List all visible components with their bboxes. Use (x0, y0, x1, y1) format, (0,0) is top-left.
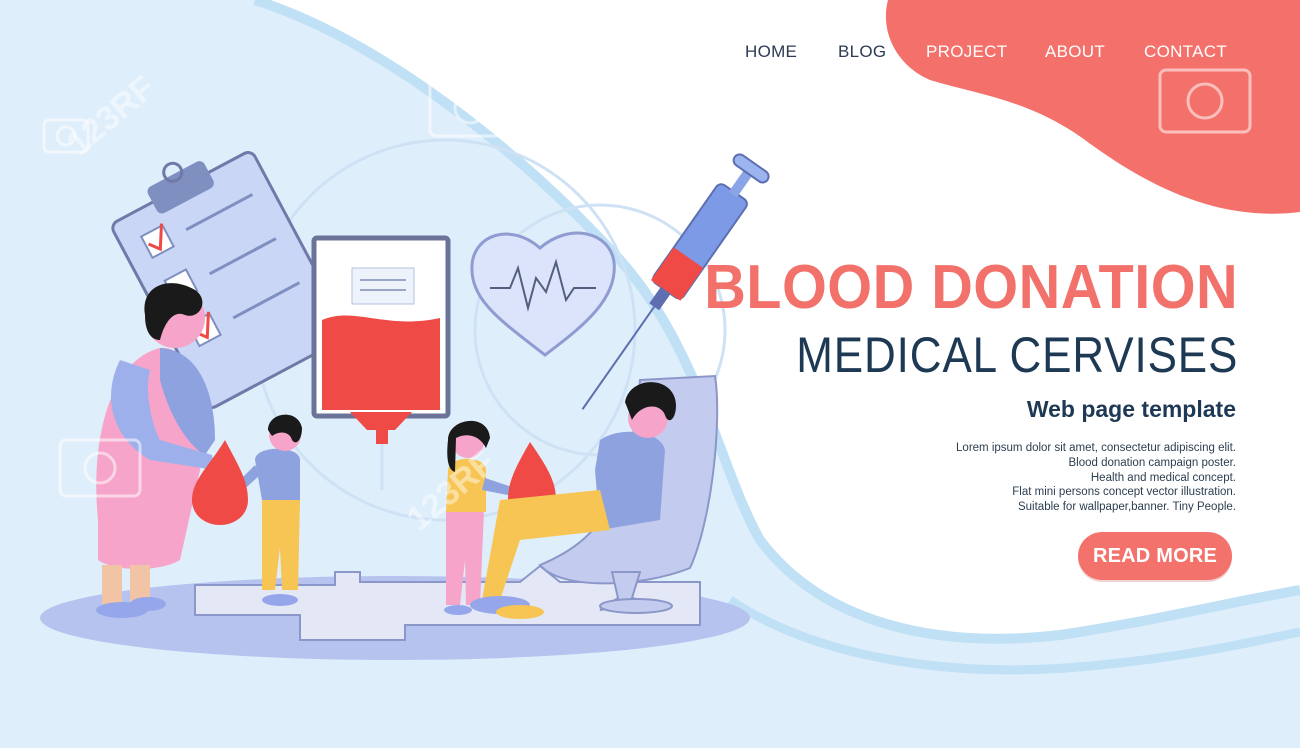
hero-description-line: Lorem ipsum dolor sit amet, consectetur … (956, 442, 1236, 454)
hero-description-line: Flat mini persons concept vector illustr… (1012, 486, 1236, 499)
nav-blog-link[interactable]: BLOG (838, 42, 886, 62)
top-nav: HOME BLOG PROJECT ABOUT CONTACT (0, 42, 1300, 66)
hero-description-line: Health and medical concept. (1090, 471, 1236, 484)
nav-project-link[interactable]: PROJECT (926, 42, 1007, 62)
hero-description-line: Suitable for wallpaper,banner. Tiny Peop… (1017, 501, 1236, 514)
svg-text:123RF: 123RF (60, 69, 163, 164)
nav-about-link[interactable]: ABOUT (1045, 42, 1105, 62)
blood-bag-icon (311, 235, 451, 490)
woman-donor-figure (96, 283, 215, 618)
svg-text:123RF: 123RF (780, 79, 883, 174)
hero-description-line: Blood donation campaign poster. (1068, 456, 1236, 469)
hero-description: Lorem ipsum dolor sit amet, consectetur … (856, 441, 1236, 515)
nav-home-link[interactable]: HOME (745, 42, 797, 62)
hero-tagline: Web page template (1026, 396, 1236, 422)
heart-pulse-icon (470, 231, 616, 357)
nav-contact-link[interactable]: CONTACT (1144, 42, 1227, 62)
hero-subtitle: MEDICAL CERVISES (796, 327, 1238, 383)
read-more-button[interactable]: READ MORE (1078, 532, 1232, 580)
hero-title: BLOOD DONATION (704, 253, 1238, 322)
